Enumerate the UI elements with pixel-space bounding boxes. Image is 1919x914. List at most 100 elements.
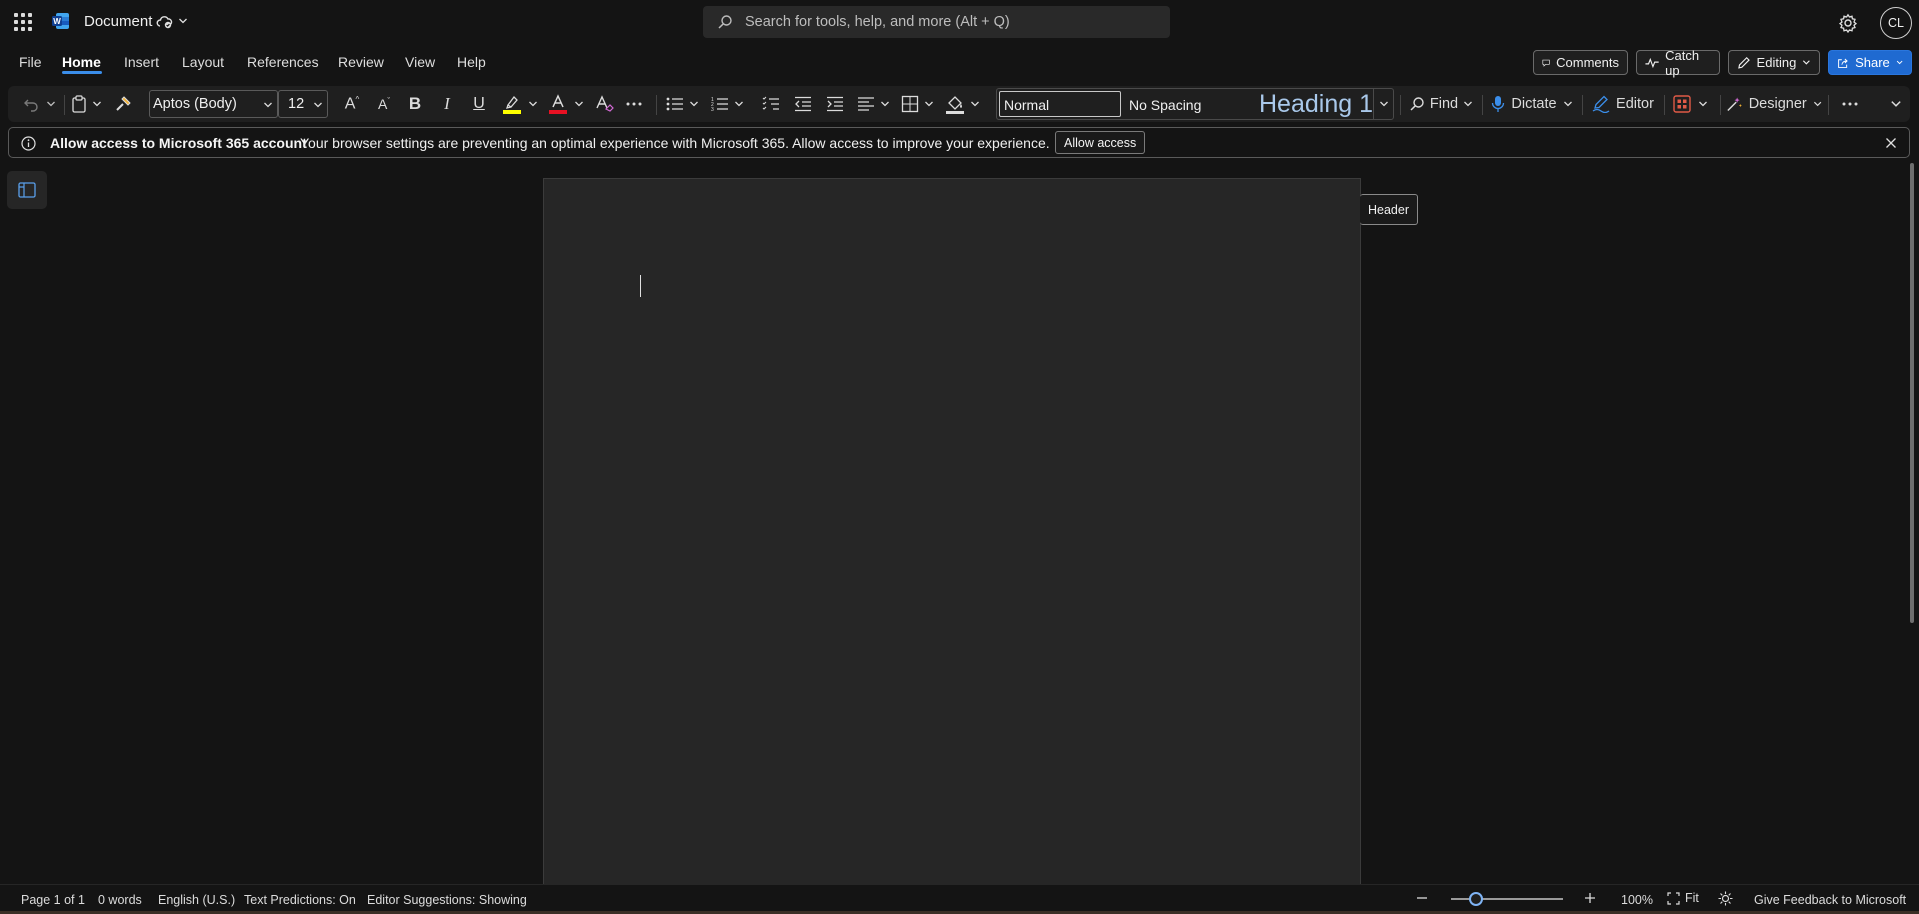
cloud-saved-icon[interactable] bbox=[156, 14, 173, 30]
focus-icon bbox=[1718, 891, 1733, 906]
clear-formatting-button[interactable] bbox=[592, 86, 616, 122]
pencil-icon bbox=[1738, 56, 1750, 69]
avatar[interactable]: CL bbox=[1880, 7, 1912, 39]
tab-help[interactable]: Help bbox=[457, 54, 486, 70]
more-ribbon-options-button[interactable] bbox=[1838, 86, 1862, 122]
find-button[interactable]: Find bbox=[1406, 86, 1476, 122]
editor-button[interactable]: Editor bbox=[1588, 86, 1658, 122]
search-box[interactable] bbox=[703, 6, 1170, 38]
align-dropdown[interactable] bbox=[878, 86, 892, 122]
find-label: Find bbox=[1429, 96, 1459, 112]
focus-mode-button[interactable] bbox=[1718, 891, 1733, 906]
style-no-spacing[interactable]: No Spacing bbox=[1129, 97, 1201, 113]
allow-access-button[interactable]: Allow access bbox=[1055, 131, 1146, 154]
chevron-down-icon bbox=[690, 101, 698, 107]
style-normal[interactable]: Normal bbox=[999, 91, 1121, 117]
shading-dropdown[interactable] bbox=[968, 86, 982, 122]
vertical-scrollbar[interactable] bbox=[1910, 163, 1914, 623]
font-color-dropdown[interactable] bbox=[572, 86, 586, 122]
ribbon-collapse-button[interactable] bbox=[1886, 86, 1906, 122]
highlight-button[interactable] bbox=[500, 86, 524, 122]
increase-indent-button[interactable] bbox=[824, 86, 846, 122]
highlight-dropdown[interactable] bbox=[526, 86, 540, 122]
bold-button[interactable]: B bbox=[404, 86, 426, 122]
document-title[interactable]: Document bbox=[84, 13, 152, 30]
app-launcher-icon[interactable] bbox=[14, 13, 32, 31]
underline-button[interactable]: U bbox=[468, 86, 490, 122]
tab-insert[interactable]: Insert bbox=[124, 54, 159, 70]
tab-view[interactable]: View bbox=[405, 54, 435, 70]
format-painter-button[interactable] bbox=[112, 86, 134, 122]
navigation-pane-button[interactable] bbox=[7, 171, 47, 209]
bold-icon: B bbox=[408, 94, 422, 113]
designer-button[interactable]: Designer bbox=[1726, 86, 1822, 122]
numbering-icon: 123 bbox=[711, 97, 728, 112]
share-button[interactable]: Share bbox=[1828, 50, 1912, 75]
shrink-font-button[interactable]: Aˇ bbox=[372, 86, 396, 122]
font-name-combo[interactable]: Aptos (Body) bbox=[149, 90, 278, 118]
grow-font-button[interactable]: A^ bbox=[340, 86, 364, 122]
dictate-button[interactable]: Dictate bbox=[1488, 86, 1576, 122]
ribbon: Aptos (Body) 12 A^ Aˇ B I U 1 2 3 Normal… bbox=[8, 86, 1910, 122]
add-ins-icon bbox=[1673, 95, 1691, 113]
document-page[interactable] bbox=[543, 178, 1361, 884]
styles-expand-button[interactable] bbox=[1373, 89, 1393, 119]
tab-review[interactable]: Review bbox=[338, 54, 384, 70]
zoom-in-button[interactable] bbox=[1583, 891, 1597, 905]
numbering-button[interactable]: 123 bbox=[709, 86, 731, 122]
paste-button[interactable] bbox=[68, 86, 90, 122]
font-size-combo[interactable]: 12 bbox=[278, 90, 328, 118]
numbering-dropdown[interactable] bbox=[732, 86, 746, 122]
borders-dropdown[interactable] bbox=[922, 86, 936, 122]
header-label[interactable]: Header bbox=[1360, 194, 1418, 225]
tab-home[interactable]: Home bbox=[62, 54, 101, 70]
zoom-out-button[interactable] bbox=[1415, 891, 1429, 905]
give-feedback-link[interactable]: Give Feedback to Microsoft bbox=[1754, 893, 1906, 907]
language-indicator[interactable]: English (U.S.) bbox=[158, 893, 235, 907]
word-count[interactable]: 0 words bbox=[98, 893, 142, 907]
tab-file[interactable]: File bbox=[19, 54, 42, 70]
bullets-button[interactable] bbox=[664, 86, 686, 122]
borders-button[interactable] bbox=[899, 86, 921, 122]
fit-button[interactable]: Fit bbox=[1667, 891, 1699, 905]
fit-icon bbox=[1667, 891, 1680, 905]
chevron-down-icon bbox=[47, 101, 55, 107]
pulse-icon bbox=[1645, 57, 1659, 68]
tab-references[interactable]: References bbox=[247, 54, 319, 70]
chevron-down-icon bbox=[1379, 101, 1388, 107]
zoom-slider-track[interactable] bbox=[1451, 898, 1563, 900]
multilevel-list-button[interactable] bbox=[760, 86, 782, 122]
more-icon bbox=[626, 102, 642, 106]
catch-up-button[interactable]: Catch up bbox=[1636, 48, 1720, 78]
close-icon[interactable] bbox=[1885, 137, 1897, 149]
gear-icon[interactable] bbox=[1838, 13, 1858, 33]
zoom-slider-handle[interactable] bbox=[1469, 892, 1483, 906]
word-logo-icon[interactable]: W bbox=[52, 12, 70, 30]
undo-dropdown[interactable] bbox=[44, 86, 58, 122]
decrease-indent-button[interactable] bbox=[792, 86, 814, 122]
editor-suggestions-status[interactable]: Editor Suggestions: Showing bbox=[367, 893, 527, 907]
more-font-options-button[interactable] bbox=[622, 86, 646, 122]
tab-layout[interactable]: Layout bbox=[182, 54, 224, 70]
page-count[interactable]: Page 1 of 1 bbox=[21, 893, 85, 907]
shading-button[interactable] bbox=[944, 86, 966, 122]
bullets-dropdown[interactable] bbox=[687, 86, 701, 122]
clear-format-icon bbox=[596, 95, 614, 112]
text-predictions-status[interactable]: Text Predictions: On bbox=[244, 893, 356, 907]
paste-dropdown[interactable] bbox=[90, 86, 104, 122]
add-ins-button[interactable] bbox=[1672, 86, 1692, 122]
chevron-down-icon[interactable] bbox=[178, 16, 188, 26]
undo-button[interactable] bbox=[20, 86, 42, 122]
add-ins-dropdown[interactable] bbox=[1696, 86, 1710, 122]
zoom-level[interactable]: 100% bbox=[1621, 893, 1653, 907]
designer-icon bbox=[1727, 97, 1742, 112]
highlight-icon bbox=[503, 96, 521, 114]
font-color-button[interactable] bbox=[546, 86, 570, 122]
comments-button[interactable]: Comments bbox=[1533, 50, 1628, 75]
shading-icon bbox=[946, 96, 964, 114]
editing-mode-button[interactable]: Editing bbox=[1728, 50, 1820, 75]
align-button[interactable] bbox=[855, 86, 877, 122]
style-heading-1[interactable]: Heading 1 bbox=[1259, 90, 1373, 119]
search-input[interactable] bbox=[745, 11, 1155, 33]
italic-button[interactable]: I bbox=[436, 86, 458, 122]
